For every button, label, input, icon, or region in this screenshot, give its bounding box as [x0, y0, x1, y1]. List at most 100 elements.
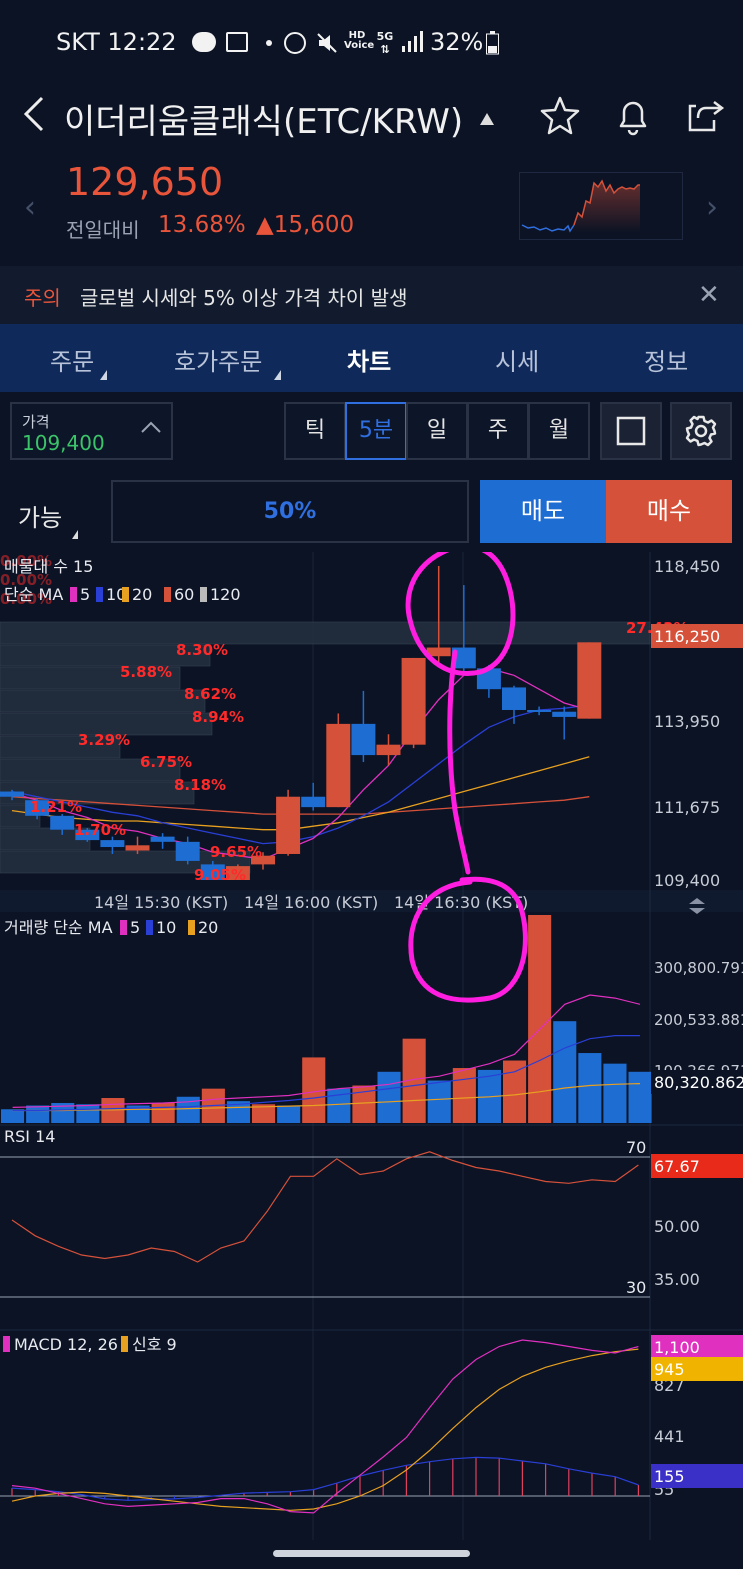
candle-body: [100, 840, 125, 848]
current-price: 129,650: [66, 160, 224, 204]
alarm-icon: [284, 32, 306, 54]
volume-profile-label: 8.94%: [192, 708, 244, 726]
current-price-tag: 116,250: [654, 627, 720, 646]
percent-selector[interactable]: 50%: [111, 480, 469, 543]
price-chart[interactable]: 8.30%5.88% 8.62% 8.94% 3.29% 6.75% 8.18% 1.21%…: [0, 552, 743, 1542]
mini-chart[interactable]: [519, 172, 683, 240]
dot-icon: [266, 40, 272, 46]
volume-profile-label: 1.70%: [74, 821, 126, 839]
signal-swatch: [121, 1336, 128, 1352]
page-title[interactable]: 이더리움클래식(ETC/KRW): [64, 94, 463, 143]
volume-current-tag: 80,320.862: [654, 1073, 743, 1092]
macd-swatch: [3, 1336, 10, 1352]
volume-bar: [553, 1021, 577, 1123]
available-menu-icon[interactable]: [72, 530, 78, 539]
available-label[interactable]: 가능: [18, 498, 62, 533]
period-week-button[interactable]: 주: [467, 402, 529, 460]
candle-body: [577, 642, 602, 719]
tab-chart[interactable]: 차트: [347, 342, 391, 377]
tab-orderbook-menu-icon: [274, 370, 281, 380]
volume-ma-swatch: [188, 920, 195, 935]
chevron-up-icon[interactable]: [140, 418, 162, 439]
ma-legend-swatch: [200, 587, 207, 602]
candle-body: [301, 796, 326, 808]
volume-profile-label: 8.18%: [174, 776, 226, 794]
macd-panel-title: MACD 12, 26: [14, 1335, 118, 1354]
price-tick-label: 109,400: [654, 871, 720, 890]
rsi-70-label: 70: [626, 1138, 646, 1157]
candle-body: [351, 723, 376, 756]
share-icon[interactable]: [684, 94, 728, 138]
price-tick-label: 111,675: [654, 798, 720, 817]
sell-button[interactable]: 매도: [480, 480, 606, 543]
volume-profile-label: 8.62%: [184, 685, 236, 703]
ma-legend-period: 5: [80, 585, 90, 604]
volume-ma-period: 5: [130, 918, 140, 937]
period-month-button[interactable]: 월: [528, 402, 590, 460]
title-dropdown-icon[interactable]: [480, 113, 494, 125]
ma-legend-label: 단순 MA: [4, 585, 63, 604]
price-tick-label: 118,450: [654, 557, 720, 576]
mute-icon: [316, 32, 338, 54]
volume-profile-label: 5.88%: [120, 663, 172, 681]
time-tick-label: 14일 16:30 (KST): [394, 893, 528, 912]
next-coin-icon[interactable]: ›: [706, 190, 718, 225]
volume-panel-title: 거래량 단순 MA: [4, 918, 113, 937]
macd-signal-label: 신호 9: [132, 1335, 177, 1354]
change-amount: ▲15,600: [256, 212, 355, 238]
prev-coin-icon[interactable]: ‹: [24, 190, 36, 225]
5g-icon: 5G ⇅: [376, 30, 394, 56]
volume-profile-label: 6.75%: [140, 753, 192, 771]
main-panel-title: 매물대 수 15: [4, 557, 93, 576]
volume-bar: [1, 1109, 25, 1123]
volume-profile-label: 9.05%: [194, 866, 246, 884]
tab-order-menu-icon: [100, 370, 107, 380]
volume-bar: [377, 1071, 401, 1123]
candle-body: [502, 687, 526, 710]
image-icon: [226, 32, 248, 52]
gear-icon[interactable]: [670, 402, 732, 460]
price-selector-label: 가격: [22, 413, 50, 431]
rsi-tick-label: 50.00: [654, 1217, 700, 1236]
tab-market[interactable]: 시세: [495, 342, 539, 377]
osc-tag: 155: [654, 1467, 685, 1486]
volume-bar: [26, 1105, 50, 1123]
volume-bar: [578, 1053, 602, 1123]
tab-orderbook[interactable]: 호가주문: [174, 342, 262, 377]
fullscreen-button[interactable]: [600, 402, 662, 460]
signal-tag: 945: [654, 1360, 685, 1379]
ma-legend-period: 20: [132, 585, 152, 604]
ma-legend-swatch: [164, 587, 171, 602]
tab-info[interactable]: 정보: [644, 342, 688, 377]
close-icon[interactable]: ✕: [698, 280, 720, 310]
volume-bar: [151, 1103, 175, 1123]
volume-profile-bar: [0, 621, 651, 645]
star-icon[interactable]: [538, 94, 582, 138]
home-indicator[interactable]: [273, 1550, 470, 1557]
candle-body: [326, 723, 351, 808]
volume-profile-label: 1.21%: [30, 798, 82, 816]
period-5min-button[interactable]: 5분: [345, 402, 407, 460]
candle-body: [175, 841, 200, 861]
volume-ma-swatch: [120, 920, 127, 935]
buy-button[interactable]: 매수: [606, 480, 732, 543]
time-tick-label: 14일 15:30 (KST): [94, 893, 228, 912]
period-day-button[interactable]: 일: [406, 402, 468, 460]
candle-body: [150, 836, 175, 842]
ma-legend-period: 120: [210, 585, 241, 604]
candle-body: [376, 744, 401, 756]
volume-bar: [101, 1098, 125, 1123]
volume-profile-label: 8.30%: [176, 641, 228, 659]
ma-legend-swatch: [96, 587, 103, 602]
candle-body: [527, 709, 552, 712]
bell-icon[interactable]: [611, 94, 655, 138]
battery-percent: 32%: [430, 28, 484, 56]
change-label: 전일대비: [66, 218, 140, 242]
tab-order[interactable]: 주문: [50, 342, 94, 377]
back-icon[interactable]: [20, 92, 54, 136]
volume-ma-period: 10: [156, 918, 176, 937]
period-tick-button[interactable]: 틱: [284, 402, 346, 460]
volume-bar: [427, 1080, 451, 1123]
volume-bar: [603, 1063, 627, 1123]
rsi-panel-title: RSI 14: [4, 1127, 55, 1146]
